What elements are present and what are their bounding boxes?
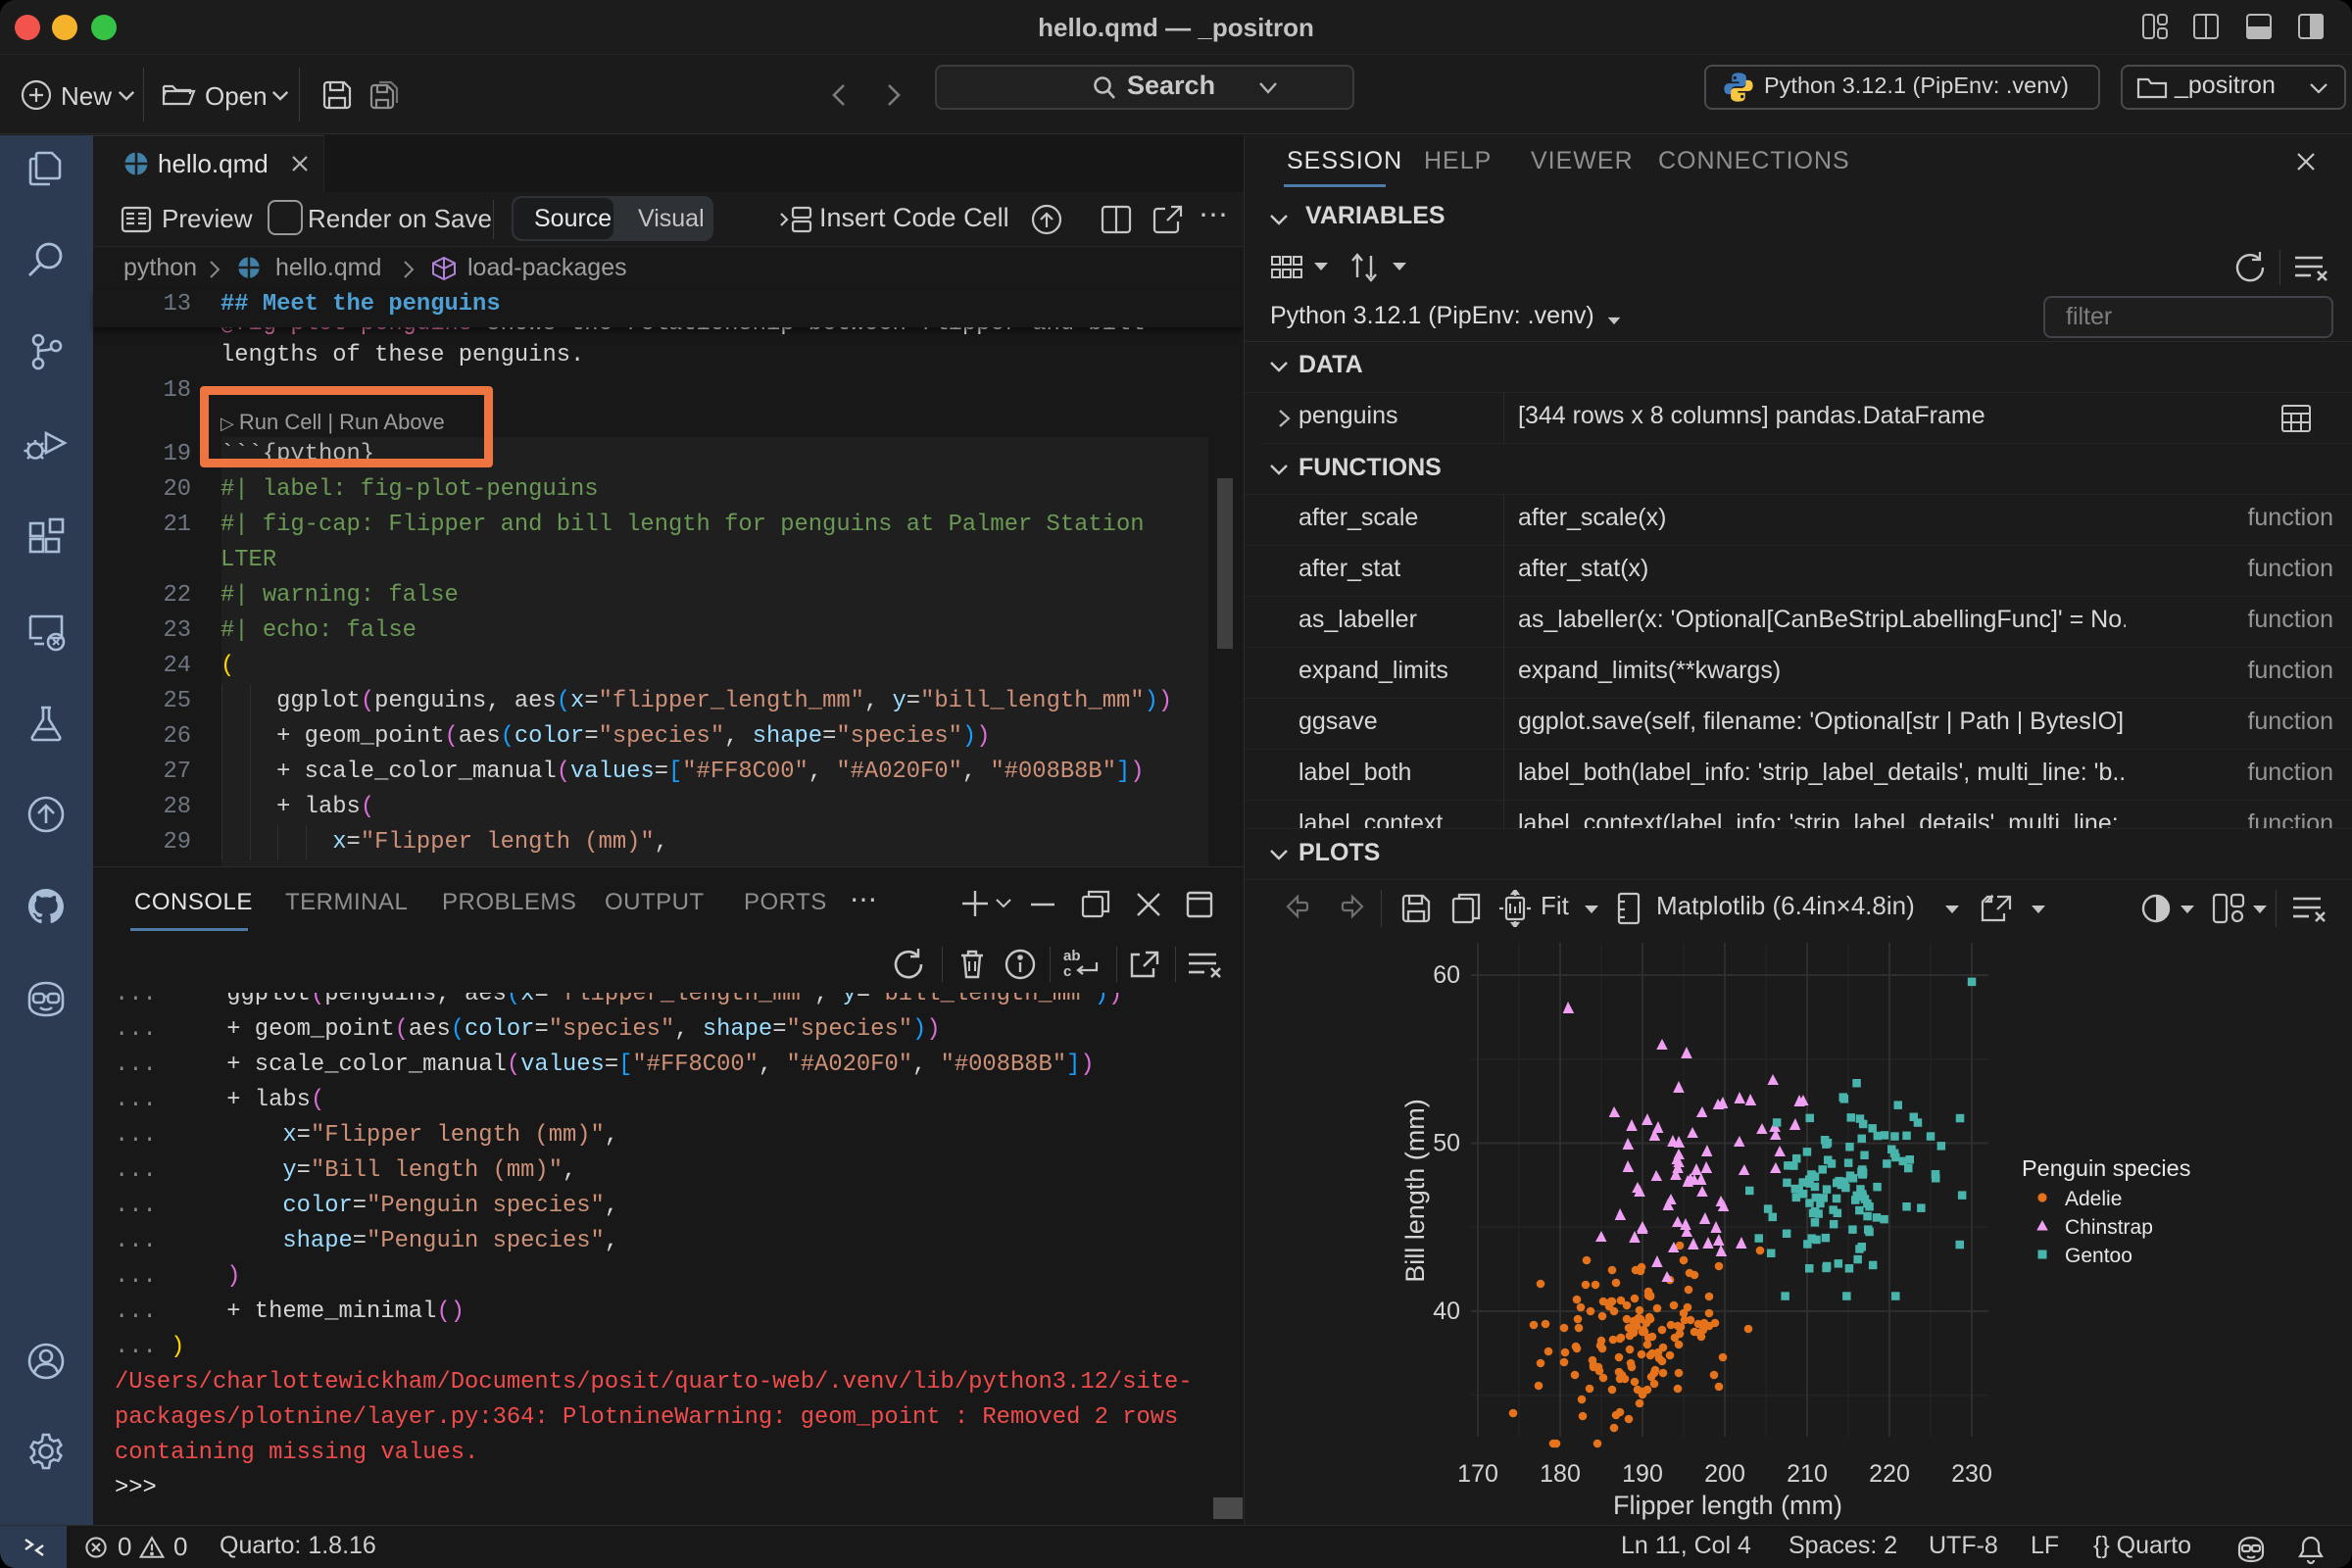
svg-text:50: 50	[1433, 1130, 1460, 1157]
svg-text:60: 60	[1433, 961, 1460, 989]
svg-text:Chinstrap: Chinstrap	[2065, 1216, 2153, 1239]
svg-text:Gentoo: Gentoo	[2065, 1245, 2132, 1267]
svg-text:230: 230	[1951, 1460, 1992, 1488]
svg-text:Flipper length (mm): Flipper length (mm)	[1613, 1491, 1842, 1520]
svg-text:Penguin species: Penguin species	[2022, 1155, 2190, 1181]
svg-text:220: 220	[1869, 1460, 1910, 1488]
svg-text:180: 180	[1540, 1460, 1581, 1488]
svg-text:Bill length (mm): Bill length (mm)	[1400, 1099, 1430, 1283]
svg-text:190: 190	[1622, 1460, 1663, 1488]
svg-text:200: 200	[1704, 1460, 1745, 1488]
svg-text:c: c	[1063, 963, 1071, 980]
svg-text:Adelie: Adelie	[2065, 1188, 2122, 1210]
svg-text:210: 210	[1787, 1460, 1828, 1488]
svg-text:40: 40	[1433, 1298, 1460, 1325]
svg-text:170: 170	[1457, 1460, 1498, 1488]
svg-text:ab: ab	[1063, 948, 1081, 964]
